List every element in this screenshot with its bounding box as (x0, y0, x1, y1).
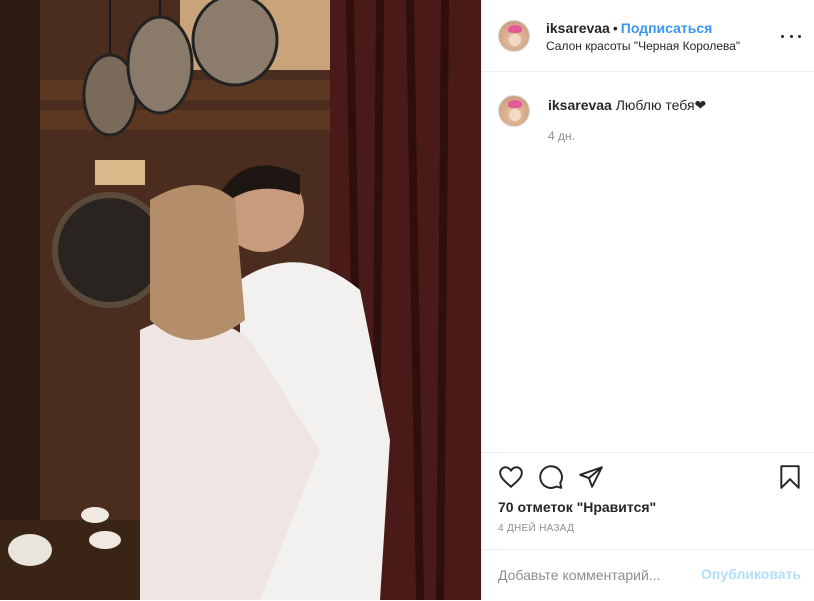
bookmark-icon[interactable] (777, 464, 803, 490)
post-actions: 70 отметок "Нравится" 4 ДНЕЙ НАЗАД Опубл… (482, 452, 814, 601)
comment-timestamp[interactable]: 4 дн. (548, 129, 575, 143)
post-side-panel: iksarevaa • Подписаться Салон красоты "Чер… (481, 0, 814, 600)
follow-button[interactable]: Подписаться (621, 20, 713, 36)
separator-dot: • (612, 20, 618, 36)
heart-icon[interactable] (498, 464, 524, 490)
comment-username[interactable]: iksarevaa (548, 97, 612, 113)
add-comment-section: Опубликовать (482, 549, 814, 601)
publish-button[interactable]: Опубликовать (701, 566, 801, 582)
author-avatar[interactable] (498, 20, 530, 52)
comment-icon[interactable] (538, 464, 564, 490)
comment-text: Люблю тебя❤ (615, 97, 707, 113)
post-photo[interactable] (0, 0, 481, 600)
location-link[interactable]: Салон красоты "Черная Королева" (546, 39, 740, 53)
post-photo-illustration (0, 0, 481, 600)
post-timestamp[interactable]: 4 ДНЕЙ НАЗАД (498, 523, 574, 534)
comment-avatar[interactable] (498, 95, 530, 127)
comment-input[interactable] (498, 564, 698, 586)
caption-comment: iksarevaa Люблю тебя❤ (548, 97, 706, 114)
post-header: iksarevaa • Подписаться Салон красоты "Чер… (482, 0, 814, 72)
more-options-icon[interactable] (781, 26, 801, 46)
share-icon[interactable] (578, 464, 604, 490)
likes-count[interactable]: 70 отметок "Нравится" (498, 499, 656, 515)
author-username[interactable]: iksarevaa (546, 20, 610, 36)
author-line: iksarevaa • Подписаться (546, 20, 712, 36)
